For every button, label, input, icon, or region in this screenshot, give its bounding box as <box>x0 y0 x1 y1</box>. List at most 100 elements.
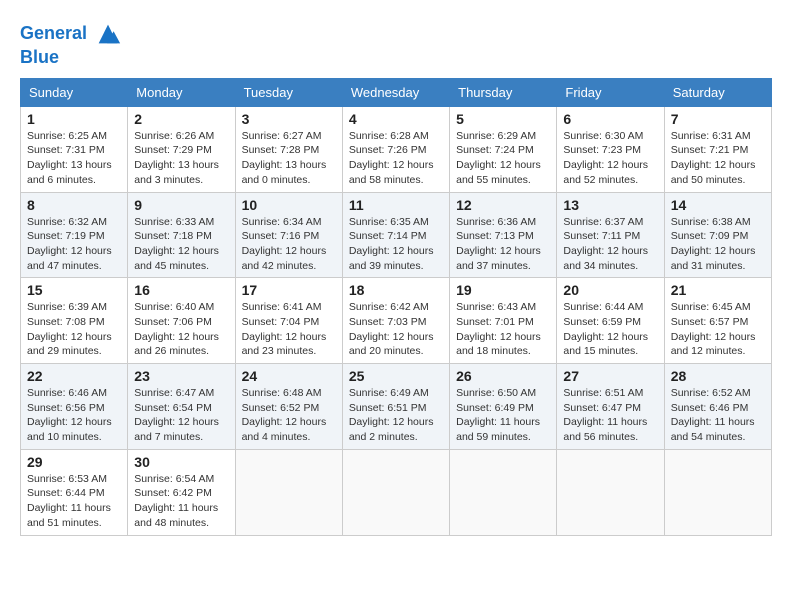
day-number: 17 <box>242 282 336 298</box>
calendar-cell: 27 Sunrise: 6:51 AM Sunset: 6:47 PM Dayl… <box>557 364 664 450</box>
day-info: Sunrise: 6:37 AM Sunset: 7:11 PM Dayligh… <box>563 215 657 274</box>
day-info: Sunrise: 6:51 AM Sunset: 6:47 PM Dayligh… <box>563 386 657 445</box>
day-number: 21 <box>671 282 765 298</box>
logo-subtext: Blue <box>20 48 122 68</box>
calendar-cell: 18 Sunrise: 6:42 AM Sunset: 7:03 PM Dayl… <box>342 278 449 364</box>
day-info: Sunrise: 6:30 AM Sunset: 7:23 PM Dayligh… <box>563 129 657 188</box>
calendar-cell: 16 Sunrise: 6:40 AM Sunset: 7:06 PM Dayl… <box>128 278 235 364</box>
day-number: 14 <box>671 197 765 213</box>
day-info: Sunrise: 6:34 AM Sunset: 7:16 PM Dayligh… <box>242 215 336 274</box>
day-number: 22 <box>27 368 121 384</box>
calendar-cell: 9 Sunrise: 6:33 AM Sunset: 7:18 PM Dayli… <box>128 192 235 278</box>
calendar-cell: 19 Sunrise: 6:43 AM Sunset: 7:01 PM Dayl… <box>450 278 557 364</box>
calendar-cell: 1 Sunrise: 6:25 AM Sunset: 7:31 PM Dayli… <box>21 106 128 192</box>
calendar-cell: 20 Sunrise: 6:44 AM Sunset: 6:59 PM Dayl… <box>557 278 664 364</box>
weekday-header-friday: Friday <box>557 78 664 106</box>
day-info: Sunrise: 6:32 AM Sunset: 7:19 PM Dayligh… <box>27 215 121 274</box>
day-number: 12 <box>456 197 550 213</box>
day-info: Sunrise: 6:43 AM Sunset: 7:01 PM Dayligh… <box>456 300 550 359</box>
day-info: Sunrise: 6:42 AM Sunset: 7:03 PM Dayligh… <box>349 300 443 359</box>
calendar-week-5: 29 Sunrise: 6:53 AM Sunset: 6:44 PM Dayl… <box>21 449 772 535</box>
calendar-cell: 21 Sunrise: 6:45 AM Sunset: 6:57 PM Dayl… <box>664 278 771 364</box>
day-info: Sunrise: 6:50 AM Sunset: 6:49 PM Dayligh… <box>456 386 550 445</box>
calendar-cell: 5 Sunrise: 6:29 AM Sunset: 7:24 PM Dayli… <box>450 106 557 192</box>
weekday-header-saturday: Saturday <box>664 78 771 106</box>
day-number: 30 <box>134 454 228 470</box>
day-number: 10 <box>242 197 336 213</box>
day-info: Sunrise: 6:35 AM Sunset: 7:14 PM Dayligh… <box>349 215 443 274</box>
day-number: 26 <box>456 368 550 384</box>
day-number: 3 <box>242 111 336 127</box>
day-info: Sunrise: 6:48 AM Sunset: 6:52 PM Dayligh… <box>242 386 336 445</box>
logo: General Blue <box>20 20 122 68</box>
calendar-cell: 7 Sunrise: 6:31 AM Sunset: 7:21 PM Dayli… <box>664 106 771 192</box>
weekday-header-sunday: Sunday <box>21 78 128 106</box>
day-info: Sunrise: 6:28 AM Sunset: 7:26 PM Dayligh… <box>349 129 443 188</box>
day-number: 6 <box>563 111 657 127</box>
calendar-cell <box>557 449 664 535</box>
day-number: 25 <box>349 368 443 384</box>
calendar-table: SundayMondayTuesdayWednesdayThursdayFrid… <box>20 78 772 536</box>
calendar-cell: 13 Sunrise: 6:37 AM Sunset: 7:11 PM Dayl… <box>557 192 664 278</box>
weekday-header-monday: Monday <box>128 78 235 106</box>
calendar-cell: 17 Sunrise: 6:41 AM Sunset: 7:04 PM Dayl… <box>235 278 342 364</box>
calendar-cell: 12 Sunrise: 6:36 AM Sunset: 7:13 PM Dayl… <box>450 192 557 278</box>
day-info: Sunrise: 6:40 AM Sunset: 7:06 PM Dayligh… <box>134 300 228 359</box>
calendar-cell: 25 Sunrise: 6:49 AM Sunset: 6:51 PM Dayl… <box>342 364 449 450</box>
calendar-cell: 14 Sunrise: 6:38 AM Sunset: 7:09 PM Dayl… <box>664 192 771 278</box>
day-number: 8 <box>27 197 121 213</box>
day-number: 9 <box>134 197 228 213</box>
day-info: Sunrise: 6:44 AM Sunset: 6:59 PM Dayligh… <box>563 300 657 359</box>
day-number: 16 <box>134 282 228 298</box>
page-header: General Blue <box>20 20 772 68</box>
calendar-body: 1 Sunrise: 6:25 AM Sunset: 7:31 PM Dayli… <box>21 106 772 535</box>
day-number: 4 <box>349 111 443 127</box>
calendar-header-row: SundayMondayTuesdayWednesdayThursdayFrid… <box>21 78 772 106</box>
day-number: 18 <box>349 282 443 298</box>
calendar-cell: 10 Sunrise: 6:34 AM Sunset: 7:16 PM Dayl… <box>235 192 342 278</box>
calendar-cell: 3 Sunrise: 6:27 AM Sunset: 7:28 PM Dayli… <box>235 106 342 192</box>
calendar-cell: 4 Sunrise: 6:28 AM Sunset: 7:26 PM Dayli… <box>342 106 449 192</box>
day-number: 5 <box>456 111 550 127</box>
logo-text: General <box>20 20 122 48</box>
day-info: Sunrise: 6:27 AM Sunset: 7:28 PM Dayligh… <box>242 129 336 188</box>
calendar-cell <box>450 449 557 535</box>
day-info: Sunrise: 6:26 AM Sunset: 7:29 PM Dayligh… <box>134 129 228 188</box>
day-number: 23 <box>134 368 228 384</box>
day-number: 19 <box>456 282 550 298</box>
day-number: 7 <box>671 111 765 127</box>
day-info: Sunrise: 6:36 AM Sunset: 7:13 PM Dayligh… <box>456 215 550 274</box>
weekday-header-wednesday: Wednesday <box>342 78 449 106</box>
day-number: 2 <box>134 111 228 127</box>
day-info: Sunrise: 6:29 AM Sunset: 7:24 PM Dayligh… <box>456 129 550 188</box>
calendar-cell: 26 Sunrise: 6:50 AM Sunset: 6:49 PM Dayl… <box>450 364 557 450</box>
day-info: Sunrise: 6:25 AM Sunset: 7:31 PM Dayligh… <box>27 129 121 188</box>
day-number: 13 <box>563 197 657 213</box>
day-number: 29 <box>27 454 121 470</box>
day-info: Sunrise: 6:38 AM Sunset: 7:09 PM Dayligh… <box>671 215 765 274</box>
day-info: Sunrise: 6:49 AM Sunset: 6:51 PM Dayligh… <box>349 386 443 445</box>
weekday-header-thursday: Thursday <box>450 78 557 106</box>
calendar-week-4: 22 Sunrise: 6:46 AM Sunset: 6:56 PM Dayl… <box>21 364 772 450</box>
day-number: 27 <box>563 368 657 384</box>
day-info: Sunrise: 6:41 AM Sunset: 7:04 PM Dayligh… <box>242 300 336 359</box>
calendar-cell: 24 Sunrise: 6:48 AM Sunset: 6:52 PM Dayl… <box>235 364 342 450</box>
calendar-cell: 29 Sunrise: 6:53 AM Sunset: 6:44 PM Dayl… <box>21 449 128 535</box>
calendar-cell: 30 Sunrise: 6:54 AM Sunset: 6:42 PM Dayl… <box>128 449 235 535</box>
calendar-cell <box>235 449 342 535</box>
calendar-cell: 8 Sunrise: 6:32 AM Sunset: 7:19 PM Dayli… <box>21 192 128 278</box>
calendar-cell: 22 Sunrise: 6:46 AM Sunset: 6:56 PM Dayl… <box>21 364 128 450</box>
day-info: Sunrise: 6:54 AM Sunset: 6:42 PM Dayligh… <box>134 472 228 531</box>
calendar-week-2: 8 Sunrise: 6:32 AM Sunset: 7:19 PM Dayli… <box>21 192 772 278</box>
day-info: Sunrise: 6:52 AM Sunset: 6:46 PM Dayligh… <box>671 386 765 445</box>
calendar-cell <box>664 449 771 535</box>
day-number: 20 <box>563 282 657 298</box>
calendar-cell: 15 Sunrise: 6:39 AM Sunset: 7:08 PM Dayl… <box>21 278 128 364</box>
calendar-cell: 23 Sunrise: 6:47 AM Sunset: 6:54 PM Dayl… <box>128 364 235 450</box>
day-info: Sunrise: 6:45 AM Sunset: 6:57 PM Dayligh… <box>671 300 765 359</box>
calendar-week-3: 15 Sunrise: 6:39 AM Sunset: 7:08 PM Dayl… <box>21 278 772 364</box>
calendar-week-1: 1 Sunrise: 6:25 AM Sunset: 7:31 PM Dayli… <box>21 106 772 192</box>
day-number: 24 <box>242 368 336 384</box>
day-number: 15 <box>27 282 121 298</box>
weekday-header-tuesday: Tuesday <box>235 78 342 106</box>
